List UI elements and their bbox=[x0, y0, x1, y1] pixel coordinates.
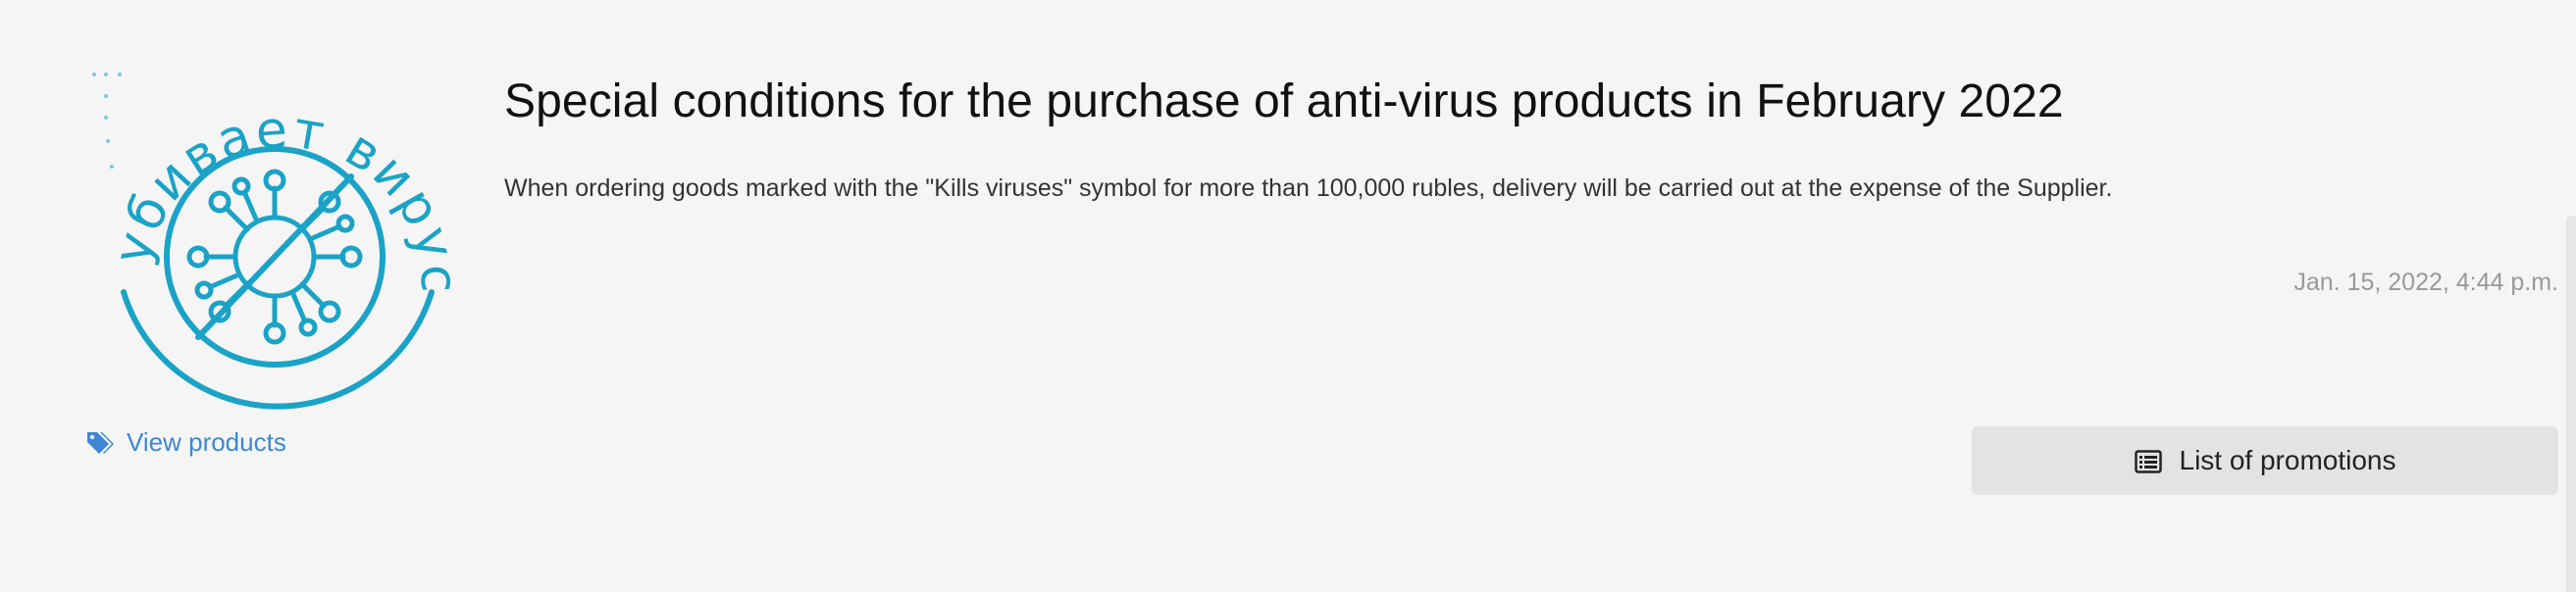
list-of-promotions-label: List of promotions bbox=[2179, 445, 2396, 475]
tags-icon bbox=[85, 430, 115, 456]
promotion-date: Jan. 15, 2022, 4:44 p.m. bbox=[2293, 269, 2558, 296]
promotion-detail: убивает вирусы bbox=[0, 0, 2576, 592]
kills-viruses-logo: убивает вирусы bbox=[78, 61, 471, 423]
list-of-promotions-button[interactable]: List of promotions bbox=[1972, 426, 2558, 495]
view-products-link[interactable]: View products bbox=[85, 427, 286, 458]
scrollbar[interactable] bbox=[2566, 216, 2576, 592]
promotion-title: Special conditions for the purchase of a… bbox=[504, 75, 2064, 127]
list-icon bbox=[2134, 449, 2162, 473]
view-products-label: View products bbox=[127, 427, 286, 457]
promotion-description: When ordering goods marked with the "Kil… bbox=[504, 174, 2113, 202]
